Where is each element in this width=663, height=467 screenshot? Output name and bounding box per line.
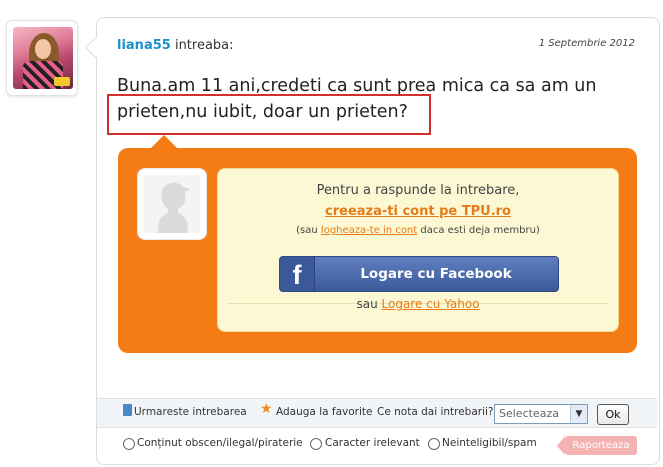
yahoo-login-line: sau Logare cu Yahoo	[356, 297, 480, 311]
asker-line: liana55 intreaba:	[117, 38, 234, 53]
report-radio-obscene[interactable]	[123, 438, 135, 450]
star-icon: ★	[260, 401, 273, 417]
question-date: 1 Septembrie 2012	[538, 38, 635, 49]
chevron-down-icon: ▼	[570, 405, 587, 423]
follow-question-link[interactable]: Urmareste intrebarea	[134, 406, 247, 418]
report-radio-irrelevant[interactable]	[310, 438, 322, 450]
report-button[interactable]: Raporteaza	[557, 436, 637, 455]
user-avatar[interactable]	[6, 20, 78, 96]
rate-label: Ce nota dai intrebarii?	[377, 406, 494, 418]
login-prompt: Pentru a raspunde la intrebare,	[316, 183, 520, 198]
silhouette-icon	[144, 175, 200, 233]
add-favorite-link[interactable]: Adauga la favorite	[276, 406, 372, 418]
ok-button[interactable]: Ok	[597, 404, 629, 425]
answer-panel-notch	[150, 135, 178, 149]
report-option-label: Neinteligibil/spam	[442, 437, 537, 449]
rating-select[interactable]: Selecteaza ▼	[494, 404, 588, 424]
avatar-image	[13, 27, 73, 89]
facebook-icon: f	[280, 257, 315, 291]
report-option-label: Caracter irelevant	[325, 437, 420, 449]
login-hint: (sau logheaza-te in cont daca esti deja …	[296, 225, 540, 236]
login-link[interactable]: logheaza-te in cont	[321, 225, 417, 236]
create-account-link[interactable]: creeaza-ti cont pe TPU.ro	[218, 204, 618, 219]
rating-select-value: Selecteaza	[499, 407, 559, 420]
login-box: Pentru a raspunde la intrebare, creeaza-…	[217, 168, 619, 332]
report-radio-spam[interactable]	[428, 438, 440, 450]
facebook-login-label: Logare cu Facebook	[360, 266, 512, 282]
document-icon	[123, 404, 132, 416]
highlight-box	[107, 94, 431, 135]
username-link[interactable]: liana55	[117, 38, 171, 53]
facebook-login-button[interactable]: f Logare cu Facebook	[279, 256, 559, 292]
yahoo-login-link[interactable]: Logare cu Yahoo	[382, 297, 480, 311]
anonymous-avatar	[137, 168, 207, 240]
report-option-label: Conținut obscen/ilegal/piraterie	[137, 437, 303, 449]
asker-verb: intreaba:	[174, 38, 234, 53]
